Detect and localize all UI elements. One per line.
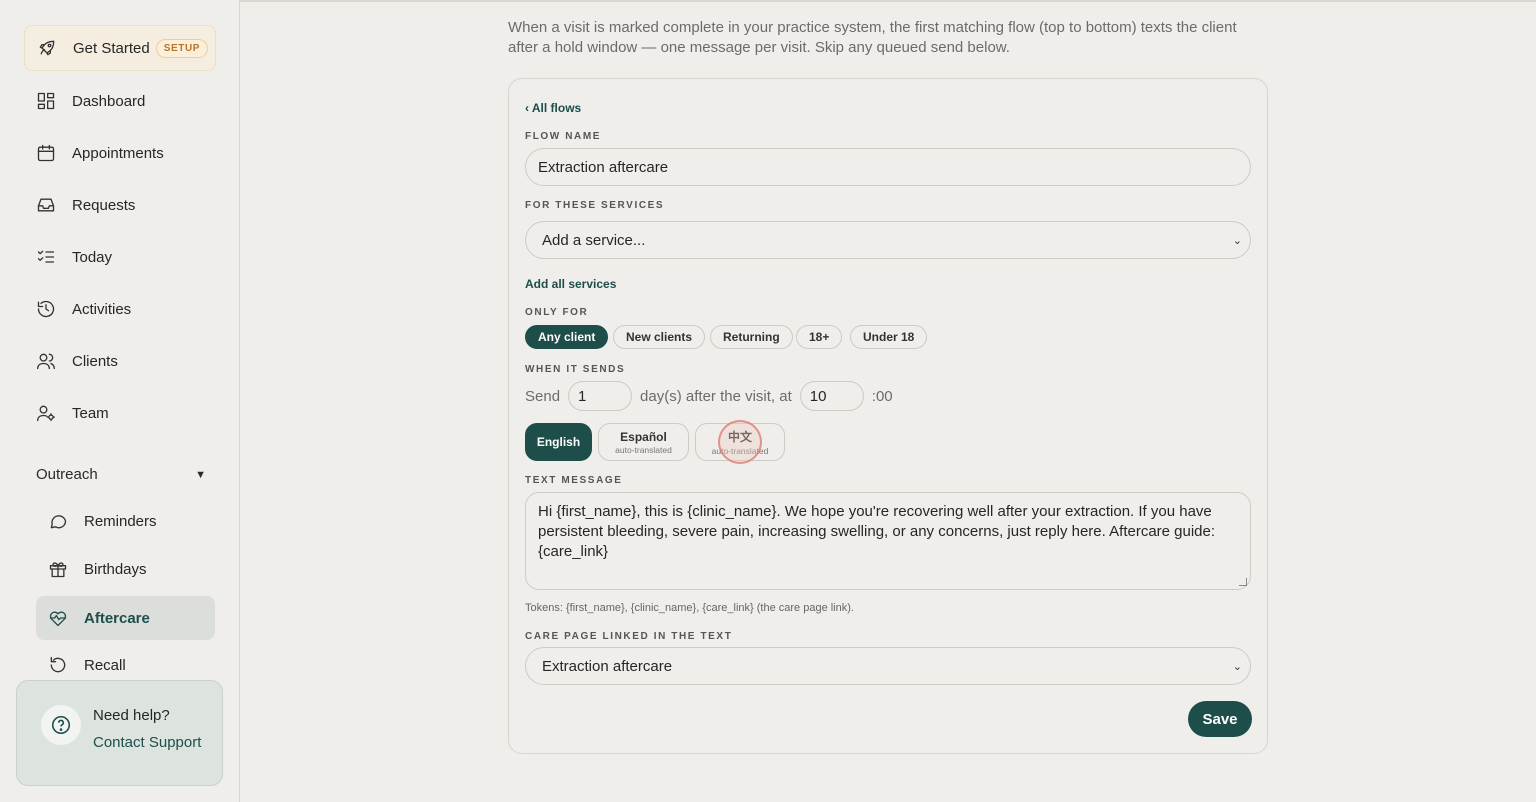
heart-pulse-icon [48,608,68,628]
chip-new-clients[interactable]: New clients [613,325,706,349]
sidebar-item-label: Get Started [73,39,150,57]
sidebar-item-label: Requests [72,196,136,214]
text-message-label: TEXT MESSAGE [525,475,623,486]
lang-espanol-button[interactable]: Español auto-translated [598,423,689,461]
contact-support-link[interactable]: Contact Support [93,734,201,751]
sidebar-item-label: Dashboard [72,92,146,110]
sidebar-item-label: Recall [84,656,126,674]
sidebar: Get Started SETUP Dashboard Appointments… [0,0,240,802]
sidebar-item-label: Clients [72,352,118,370]
chip-under-18[interactable]: Under 18 [850,325,928,349]
users-icon [36,351,56,371]
chevron-down-icon: ⌄ [1232,660,1242,673]
care-page-value: Extraction aftercare [542,657,673,675]
calendar-icon [36,143,56,163]
sidebar-item-label: Birthdays [84,560,147,578]
chip-18-plus[interactable]: 18+ [796,325,843,349]
chevron-down-icon: ⌄ [1232,234,1242,247]
services-label: FOR THESE SERVICES [525,200,665,211]
sidebar-item-label: Appointments [72,144,164,162]
minutes-suffix: :00 [871,387,893,405]
tokens-hint: Tokens: {first_name}, {clinic_name}, {ca… [525,602,854,614]
days-value: 1 [578,387,587,405]
services-placeholder: Add a service... [542,231,646,249]
chip-returning[interactable]: Returning [710,325,793,349]
add-all-services-link[interactable]: Add all services [525,277,616,291]
flow-editor-card: ‹ All flows FLOW NAME Extraction afterca… [508,78,1268,754]
chip-any-client[interactable]: Any client [525,325,609,349]
days-input[interactable]: 1 [568,381,633,411]
rocket-icon [37,38,57,58]
sidebar-item-label: Aftercare [84,609,150,627]
text-message-value: Hi {first_name}, this is {clinic_name}. … [538,503,1216,560]
flow-name-input[interactable]: Extraction aftercare [525,148,1251,186]
lang-sub: auto-translated [711,446,769,456]
all-flows-link[interactable]: ‹ All flows [525,101,581,115]
dashboard-icon [36,91,56,111]
setup-badge: SETUP [155,38,209,58]
sidebar-item-activities[interactable]: Activities [24,287,216,331]
flow-name-label: FLOW NAME [525,131,602,142]
lang-label: 中文 [727,430,752,444]
days-suffix: day(s) after the visit, at [640,387,792,405]
care-page-select[interactable]: Extraction aftercare ⌄ [525,647,1251,685]
lang-chinese-button[interactable]: 中文 auto-translated [695,423,785,461]
sidebar-item-aftercare[interactable]: Aftercare [36,596,215,640]
sidebar-item-requests[interactable]: Requests [24,183,216,227]
save-button[interactable]: Save [1188,701,1252,737]
refresh-icon [48,655,68,675]
flow-name-value: Extraction aftercare [538,158,669,176]
hour-value: 10 [809,387,827,405]
services-select[interactable]: Add a service... ⌄ [525,221,1251,259]
resize-handle-icon[interactable] [1239,578,1247,586]
sidebar-item-label: Team [72,404,109,422]
sidebar-item-dashboard[interactable]: Dashboard [24,79,216,123]
lang-sub: auto-translated [615,444,672,455]
sidebar-item-label: Reminders [84,512,157,530]
outreach-label: Outreach [36,466,98,483]
gift-icon [48,559,68,579]
send-timing-row: Send 1 day(s) after the visit, at 10 :00 [525,381,893,411]
help-card: Need help? Contact Support [16,680,223,786]
question-circle-icon [41,705,81,745]
text-message-textarea[interactable]: Hi {first_name}, this is {clinic_name}. … [525,492,1251,590]
sidebar-item-label: Activities [72,300,132,318]
sidebar-item-get-started[interactable]: Get Started SETUP [24,25,216,71]
lang-english-button[interactable]: English [525,423,592,461]
sidebar-item-label: Today [72,248,113,266]
sidebar-item-team[interactable]: Team [24,391,216,435]
outreach-section-toggle[interactable]: Outreach ▼ [36,466,206,483]
team-settings-icon [36,403,56,423]
lang-label: Español [620,429,667,444]
hour-input[interactable]: 10 [799,381,864,411]
chat-bubble-icon [48,511,68,531]
care-page-label: CARE PAGE LINKED IN THE TEXT [525,631,733,642]
send-prefix: Send [525,387,561,405]
sidebar-item-birthdays[interactable]: Birthdays [36,547,215,591]
intro-text: When a visit is marked complete in your … [508,19,1237,56]
sidebar-item-clients[interactable]: Clients [24,339,216,383]
only-for-label: ONLY FOR [525,307,589,318]
lang-label: English [536,435,581,449]
caret-down-icon: ▼ [195,468,206,481]
sidebar-item-appointments[interactable]: Appointments [24,131,216,175]
inbox-icon [36,195,56,215]
sidebar-item-reminders[interactable]: Reminders [36,499,215,543]
sidebar-item-today[interactable]: Today [24,235,216,279]
history-icon [36,299,56,319]
when-label: WHEN IT SENDS [525,364,626,375]
help-title: Need help? [93,707,170,724]
checklist-icon [36,247,56,267]
